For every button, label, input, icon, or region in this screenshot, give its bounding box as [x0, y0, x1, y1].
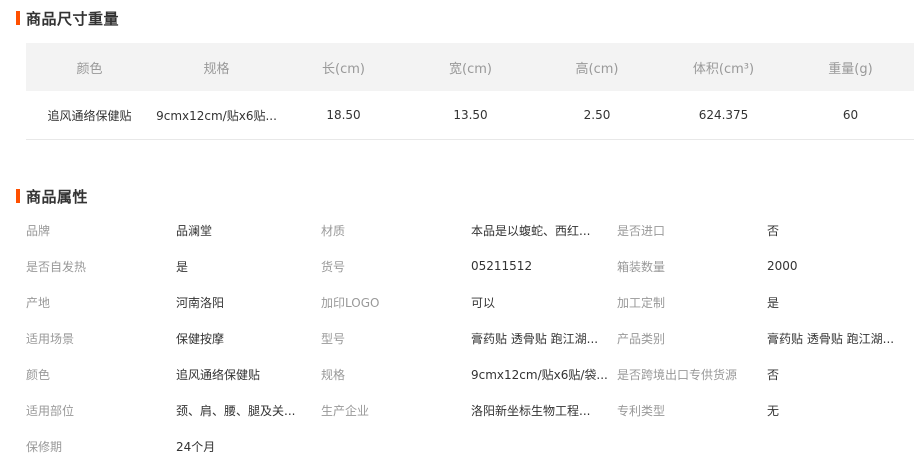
attr-label-spec: 规格	[321, 367, 346, 382]
dimensions-header-row: 颜色 规格 长(cm) 宽(cm) 高(cm) 体积(cm³) 重量(g)	[26, 43, 914, 91]
attr-label-brand: 品牌	[26, 223, 51, 238]
attr-value-body-part: 颈、肩、腰、腿及关...	[176, 403, 296, 418]
attr-value-self-heating: 是	[176, 259, 189, 274]
attribute-row: 是否自发热 是 货号 05211512 箱装数量 2000	[26, 248, 916, 284]
cell-spec: 9cmx12cm/贴x6贴...	[153, 91, 280, 140]
attr-value-category: 膏药贴 透骨贴 跑江湖...	[767, 331, 895, 346]
cell-height: 2.50	[534, 91, 660, 140]
attribute-row: 颜色 追风通络保健贴 规格 9cmx12cm/贴x6贴/袋... 是否跨境出口专…	[26, 356, 916, 392]
header-spec: 规格	[153, 43, 280, 91]
header-width: 宽(cm)	[407, 43, 534, 91]
attributes-grid: 品牌 品澜堂 材质 本品是以蝮蛇、西红... 是否进口 否 是否自发热 是 货号…	[26, 212, 916, 464]
header-color: 颜色	[26, 43, 153, 91]
attr-label-body-part: 适用部位	[26, 403, 75, 418]
attr-value-color: 追风通络保健贴	[176, 367, 261, 382]
attr-label-patent: 专利类型	[617, 403, 666, 418]
title-accent-bar	[16, 189, 20, 203]
attr-value-spec: 9cmx12cm/贴x6贴/袋...	[471, 367, 608, 382]
attr-label-logo-print: 加印LOGO	[321, 295, 380, 310]
attr-label-self-heating: 是否自发热	[26, 259, 87, 274]
cell-length: 18.50	[280, 91, 407, 140]
attr-label-material: 材质	[321, 223, 346, 238]
attribute-row: 产地 河南洛阳 加印LOGO 可以 加工定制 是	[26, 284, 916, 320]
attr-value-material: 本品是以蝮蛇、西红...	[471, 223, 591, 238]
attr-label-color: 颜色	[26, 367, 51, 382]
header-volume: 体积(cm³)	[660, 43, 787, 91]
attr-label-cross-border: 是否跨境出口专供货源	[617, 367, 738, 382]
cell-color: 追风通络保健贴	[26, 91, 153, 140]
attr-value-box-quantity: 2000	[767, 259, 798, 273]
attr-label-model: 型号	[321, 331, 346, 346]
attr-value-model: 膏药贴 透骨贴 跑江湖...	[471, 331, 599, 346]
cell-width: 13.50	[407, 91, 534, 140]
attr-value-imported: 否	[767, 223, 780, 238]
attr-label-item-number: 货号	[321, 259, 346, 274]
attribute-row: 品牌 品澜堂 材质 本品是以蝮蛇、西红... 是否进口 否	[26, 212, 916, 248]
attribute-row: 保修期 24个月	[26, 428, 916, 464]
attr-label-customization: 加工定制	[617, 295, 666, 310]
attr-label-imported: 是否进口	[617, 223, 666, 238]
attr-value-manufacturer: 洛阳新坐标生物工程...	[471, 403, 591, 418]
dimensions-title-text: 商品尺寸重量	[26, 9, 120, 28]
attr-value-patent: 无	[767, 403, 780, 418]
attribute-row: 适用场景 保健按摩 型号 膏药贴 透骨贴 跑江湖... 产品类别 膏药贴 透骨贴…	[26, 320, 916, 356]
dimensions-table: 颜色 规格 长(cm) 宽(cm) 高(cm) 体积(cm³) 重量(g) 追风…	[26, 43, 914, 140]
attr-value-warranty: 24个月	[176, 439, 216, 454]
attr-label-use-scene: 适用场景	[26, 331, 75, 346]
attr-value-brand: 品澜堂	[176, 223, 213, 238]
attributes-section-title: 商品属性	[16, 187, 89, 206]
attr-label-box-quantity: 箱装数量	[617, 259, 666, 274]
attr-label-warranty: 保修期	[26, 439, 63, 454]
attribute-row: 适用部位 颈、肩、腰、腿及关... 生产企业 洛阳新坐标生物工程... 专利类型…	[26, 392, 916, 428]
attr-label-origin: 产地	[26, 295, 51, 310]
header-weight: 重量(g)	[787, 43, 914, 91]
attr-value-origin: 河南洛阳	[176, 295, 225, 310]
cell-volume: 624.375	[660, 91, 787, 140]
attr-label-category: 产品类别	[617, 331, 666, 346]
attr-label-manufacturer: 生产企业	[321, 403, 370, 418]
dimensions-section-title: 商品尺寸重量	[16, 9, 120, 28]
header-height: 高(cm)	[534, 43, 660, 91]
attributes-title-text: 商品属性	[26, 187, 89, 206]
table-row: 追风通络保健贴 9cmx12cm/贴x6贴... 18.50 13.50 2.5…	[26, 91, 914, 140]
header-length: 长(cm)	[280, 43, 407, 91]
attr-value-logo-print: 可以	[471, 295, 496, 310]
cell-weight: 60	[787, 91, 914, 140]
attr-value-use-scene: 保健按摩	[176, 331, 225, 346]
attr-value-item-number: 05211512	[471, 259, 533, 273]
title-accent-bar	[16, 11, 20, 25]
attr-value-cross-border: 否	[767, 367, 780, 382]
attr-value-customization: 是	[767, 295, 780, 310]
